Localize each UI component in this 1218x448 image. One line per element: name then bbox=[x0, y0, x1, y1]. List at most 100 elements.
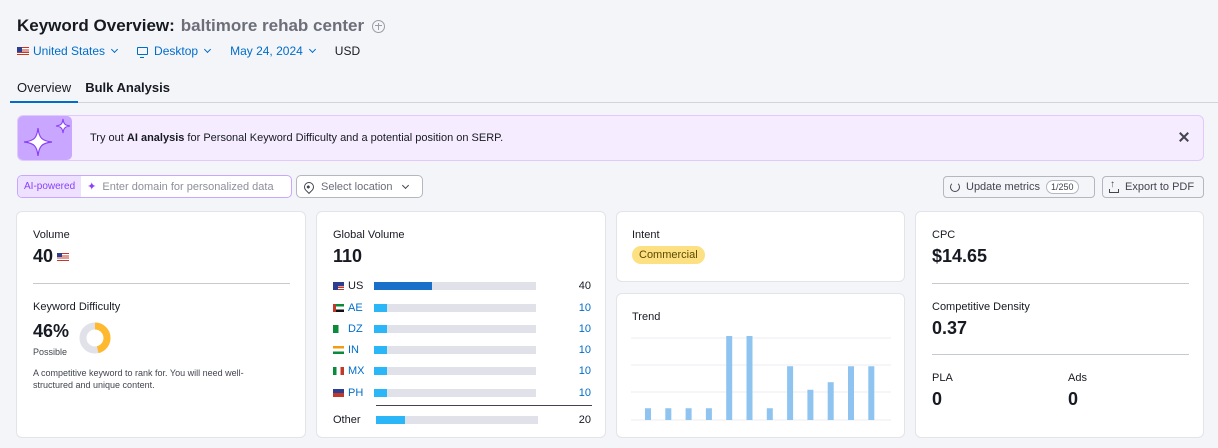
intent-badge: Commercial bbox=[632, 246, 705, 264]
kd-description-line1: A competitive keyword to rank for. You w… bbox=[33, 368, 244, 378]
sparkle-illustration-icon bbox=[18, 116, 72, 160]
cpc-value: $14.65 bbox=[932, 246, 988, 266]
global-volume-row-in[interactable]: IN 10 bbox=[333, 343, 593, 357]
volume-bar bbox=[374, 389, 536, 397]
mx-flag-icon bbox=[333, 367, 344, 375]
volume-value: 40 bbox=[33, 246, 54, 266]
cpc-card: CPC $14.65 Competitive Density 0.37 PLA … bbox=[915, 211, 1204, 438]
global-volume-row-dz[interactable]: DZ 10 bbox=[333, 322, 593, 336]
intent-label: Intent bbox=[632, 229, 660, 241]
trend-bar bbox=[848, 366, 854, 420]
volume-bar-fill bbox=[374, 389, 387, 397]
trend-bar bbox=[827, 382, 834, 420]
kd-donut-chart bbox=[79, 322, 111, 354]
volume-kd-card: Volume 40 Keyword Difficulty 46% Possibl… bbox=[16, 211, 306, 438]
date-dropdown[interactable]: May 24, 2024 bbox=[230, 44, 316, 58]
us-flag-icon bbox=[17, 47, 29, 55]
ph-flag-icon bbox=[333, 389, 344, 397]
sparkle-icon: ✦ bbox=[87, 181, 97, 193]
us-flag-icon bbox=[57, 252, 70, 261]
country-code: PH bbox=[348, 387, 364, 399]
kd-label: Keyword Difficulty bbox=[33, 301, 121, 313]
country-volume: 10 bbox=[578, 302, 591, 314]
volume-bar bbox=[374, 282, 536, 290]
location-placeholder: Select location bbox=[321, 180, 393, 193]
domain-placeholder: Enter domain for personalized data bbox=[102, 180, 274, 193]
trend-bar bbox=[868, 366, 875, 420]
divider bbox=[932, 283, 1189, 284]
kd-status: Possible bbox=[33, 347, 68, 357]
global-volume-row-us: US 40 bbox=[333, 279, 593, 293]
country-code: MX bbox=[348, 365, 365, 377]
ai-analysis-banner: Try out AI analysis for Personal Keyword… bbox=[17, 115, 1204, 161]
volume-bar-fill bbox=[374, 282, 433, 290]
divider bbox=[33, 283, 290, 284]
country-code: AE bbox=[348, 302, 363, 314]
close-icon[interactable] bbox=[1177, 130, 1191, 144]
country-dropdown[interactable]: United States bbox=[17, 44, 119, 58]
volume-bar-fill bbox=[374, 346, 387, 354]
global-volume-row-ae[interactable]: AE 10 bbox=[333, 301, 593, 315]
cpc-label: CPC bbox=[932, 229, 956, 241]
global-volume-label: Global Volume bbox=[333, 229, 405, 241]
country-volume: 40 bbox=[578, 280, 591, 292]
other-label: Other bbox=[333, 414, 361, 426]
country-volume: 10 bbox=[578, 365, 591, 377]
export-icon bbox=[1109, 179, 1119, 193]
us-flag-icon bbox=[333, 282, 344, 290]
trend-bar bbox=[807, 389, 814, 420]
volume-bar-fill bbox=[376, 416, 406, 424]
banner-text: Try out AI analysis for Personal Keyword… bbox=[90, 132, 504, 144]
desktop-icon bbox=[137, 47, 149, 58]
density-value: 0.37 bbox=[932, 318, 968, 338]
volume-bar-fill bbox=[374, 325, 387, 333]
country-code: IN bbox=[348, 344, 359, 356]
volume-bar bbox=[374, 346, 536, 354]
ads-label: Ads bbox=[1068, 372, 1087, 384]
global-volume-row-ph[interactable]: PH 10 bbox=[333, 386, 593, 400]
ai-analysis-link[interactable]: AI analysis bbox=[127, 132, 184, 144]
refresh-icon bbox=[950, 182, 960, 192]
volume-bar bbox=[374, 304, 536, 312]
in-flag-icon bbox=[333, 346, 344, 354]
chevron-down-icon bbox=[204, 45, 212, 54]
country-volume: 10 bbox=[578, 344, 591, 356]
divider bbox=[932, 354, 1189, 355]
export-pdf-label: Export to PDF bbox=[1125, 181, 1195, 193]
volume-value-row: 40 bbox=[33, 246, 70, 267]
location-select[interactable]: Select location bbox=[296, 175, 423, 198]
country-code: DZ bbox=[348, 323, 363, 335]
density-label: Competitive Density bbox=[932, 301, 1030, 313]
update-metrics-button[interactable]: Update metrics 1/250 bbox=[943, 176, 1095, 198]
device-dropdown[interactable]: Desktop bbox=[137, 44, 212, 58]
currency-label: USD bbox=[334, 44, 361, 58]
add-to-list-icon[interactable] bbox=[372, 19, 386, 33]
country-code: US bbox=[348, 280, 364, 292]
pla-label: PLA bbox=[932, 372, 953, 384]
global-volume-card: Global Volume 110 US 40 AE 10 DZ 10 IN 10 MX 10 PH… bbox=[316, 211, 606, 438]
ai-domain-field: AI-powered ✦ Enter domain for personaliz… bbox=[17, 175, 293, 198]
keyword-title: baltimore rehab center bbox=[180, 16, 365, 35]
trend-bar bbox=[645, 408, 651, 420]
trend-label: Trend bbox=[632, 311, 661, 323]
domain-input[interactable]: ✦ Enter domain for personalized data bbox=[81, 176, 291, 197]
tab-overview[interactable]: Overview bbox=[10, 76, 79, 103]
update-metrics-label: Update metrics bbox=[966, 181, 1040, 193]
divider bbox=[376, 405, 592, 406]
trend-card: Trend bbox=[616, 293, 905, 438]
filters-bar: United States Desktop May 24, 2024 USD bbox=[17, 44, 380, 58]
tab-bulk-analysis[interactable]: Bulk Analysis bbox=[78, 76, 177, 103]
device-label: Desktop bbox=[154, 44, 199, 58]
trend-bar bbox=[746, 336, 753, 420]
country-volume: 10 bbox=[578, 387, 591, 399]
export-pdf-button[interactable]: Export to PDF bbox=[1102, 176, 1204, 198]
volume-bar bbox=[374, 367, 536, 375]
volume-bar bbox=[374, 325, 536, 333]
chevron-down-icon bbox=[401, 181, 409, 189]
global-volume-row-mx[interactable]: MX 10 bbox=[333, 364, 593, 378]
trend-chart bbox=[631, 336, 891, 421]
global-volume-row-other: Other 20 bbox=[333, 413, 593, 427]
trend-bar bbox=[665, 408, 672, 420]
kd-value: 46% bbox=[33, 321, 70, 341]
trend-bar bbox=[787, 366, 794, 420]
